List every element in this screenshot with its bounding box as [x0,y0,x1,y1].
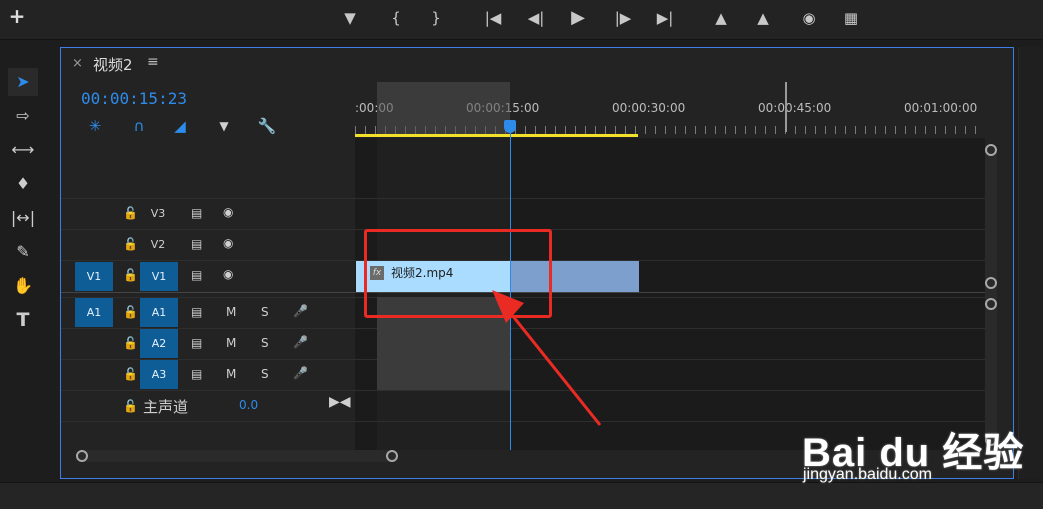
track-header-v2: 🔓 V2 ▤ ◉ [61,230,355,260]
ruler-marker-line [785,82,787,132]
panel-menu-icon[interactable]: ≡ [147,54,159,70]
expand-icon[interactable]: ▶◀ [329,394,351,410]
export-frame-icon[interactable]: ◉ [796,6,822,30]
track-label-a3[interactable]: A3 [140,360,178,389]
mark-in-icon[interactable]: { [383,6,409,30]
wrench-settings-icon[interactable]: 🔧 [256,115,278,137]
track-header-v3: 🔓 V3 ▤ ◉ [61,199,355,229]
sequence-tab-title[interactable]: 视频2 [93,54,133,75]
sync-lock-icon[interactable]: ▤ [191,336,202,350]
close-tab-icon[interactable]: × [72,56,83,71]
ruler-label-2: 00:00:30:00 [612,101,686,115]
eye-icon[interactable]: ◉ [223,236,233,250]
snap-magnet-icon[interactable]: ∩ [128,115,150,137]
track-label-v1[interactable]: V1 [140,262,178,291]
track-select-tool-icon[interactable]: ⇨ [8,102,38,130]
step-forward-icon[interactable]: |▶ [610,6,636,30]
add-marker-icon[interactable]: ▼ [337,6,363,30]
microphone-icon[interactable]: 🎤 [293,304,308,318]
solo-button[interactable]: S [261,367,269,381]
razor-tool-icon[interactable]: ♦ [8,170,38,198]
hand-tool-icon[interactable]: ✋ [8,272,38,300]
playhead-timecode[interactable]: 00:00:15:23 [81,89,187,108]
in-out-range [377,82,510,134]
add-button[interactable]: + [4,4,30,28]
sync-lock-icon[interactable]: ▤ [191,367,202,381]
master-volume-value[interactable]: 0.0 [239,398,258,412]
status-bar [0,482,1043,509]
playhead-handle[interactable] [504,120,516,133]
arrow-head [492,290,524,323]
zoom-handle-left[interactable] [76,450,88,462]
track-header-a1: A1 🔓 A1 ▤ M S 🎤 [61,298,355,328]
ruler-label-4: 00:01:00:00 [904,101,978,115]
adjacent-panel [1018,47,1043,479]
track-header-v1: V1 🔓 V1 ▤ ◉ [61,261,355,291]
source-patch-v1[interactable]: V1 [75,262,113,291]
eye-icon[interactable]: ◉ [223,267,233,281]
step-back-icon[interactable]: ◀| [523,6,549,30]
sync-lock-icon[interactable]: ▤ [191,305,202,319]
nest-toggle-icon[interactable]: ✳ [84,115,106,137]
lock-icon[interactable]: 🔓 [123,336,138,350]
microphone-icon[interactable]: 🎤 [293,335,308,349]
horizontal-scrollbar[interactable] [80,450,392,462]
track-label-v3[interactable]: V3 [139,199,177,228]
microphone-icon[interactable]: 🎤 [293,366,308,380]
annotation-arrow [492,290,602,426]
mute-button[interactable]: M [226,336,236,350]
scroll-handle[interactable] [985,144,997,156]
lock-icon[interactable]: 🔓 [123,399,138,413]
lock-icon[interactable]: 🔓 [123,305,138,319]
lift-icon[interactable]: ▲ [708,6,734,30]
add-marker-icon-timeline[interactable]: ▼ [213,115,235,137]
linked-selection-icon[interactable]: ◢ [169,115,191,137]
sync-lock-icon[interactable]: ▤ [191,268,202,282]
tools-panel: ➤ ⇨ ⟷ ♦ |↔| ✎ ✋ T [0,58,46,348]
pen-tool-icon[interactable]: ✎ [8,238,38,266]
solo-button[interactable]: S [261,336,269,350]
sync-lock-icon[interactable]: ▤ [191,237,202,251]
track-header-a2: 🔓 A2 ▤ M S 🎤 [61,329,355,359]
track-label-a2[interactable]: A2 [140,329,178,358]
arrow-shaft [502,304,602,426]
type-tool-icon[interactable]: T [8,306,38,334]
mute-button[interactable]: M [226,305,236,319]
extract-icon[interactable]: ▲ [750,6,776,30]
track-label-v2[interactable]: V2 [139,230,177,259]
lock-icon[interactable]: 🔓 [123,206,138,220]
track-header-a3: 🔓 A3 ▤ M S 🎤 [61,360,355,390]
lock-icon[interactable]: 🔓 [123,237,138,251]
track-label-a1[interactable]: A1 [140,298,178,327]
compare-icon[interactable]: ▦ [838,6,864,30]
go-to-in-icon[interactable]: |◀ [480,6,506,30]
scroll-handle[interactable] [985,298,997,310]
sync-lock-icon[interactable]: ▤ [191,206,202,220]
source-patch-a1[interactable]: A1 [75,298,113,327]
ripple-edit-tool-icon[interactable]: ⟷ [8,136,38,164]
transport-bar: + ▼ { } |◀ ◀| ▶ |▶ ▶| ▲ ▲ ◉ ▦ [0,0,1043,40]
work-area-bar[interactable] [355,134,638,137]
selection-tool-icon[interactable]: ➤ [8,68,38,96]
baidu-watermark-url: jingyan.baidu.com [803,466,932,483]
slip-tool-icon[interactable]: |↔| [8,204,38,232]
go-to-out-icon[interactable]: ▶| [652,6,678,30]
master-track-label: 主声道 [143,398,189,416]
track-header-master: 🔓 主声道 0.0 ▶◀ [61,391,355,421]
ruler-label-3: 00:00:45:00 [758,101,832,115]
eye-icon[interactable]: ◉ [223,205,233,219]
zoom-handle-right[interactable] [386,450,398,462]
lock-icon[interactable]: 🔓 [123,367,138,381]
play-icon[interactable]: ▶ [565,6,591,30]
lock-icon[interactable]: 🔓 [123,268,138,282]
mute-button[interactable]: M [226,367,236,381]
mark-out-icon[interactable]: } [423,6,449,30]
scroll-handle[interactable] [985,277,997,289]
vertical-scrollbar[interactable] [985,144,997,444]
solo-button[interactable]: S [261,305,269,319]
